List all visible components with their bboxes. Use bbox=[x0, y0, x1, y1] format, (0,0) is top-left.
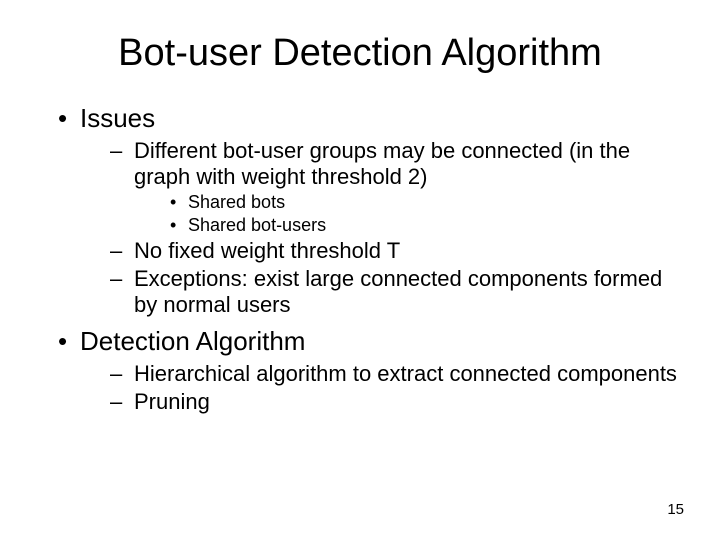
sub-shared-bots: Shared bots bbox=[170, 192, 680, 214]
issues-sublist: Different bot-user groups may be connect… bbox=[80, 138, 680, 318]
sub-pruning: Pruning bbox=[110, 389, 680, 415]
bullet-detection-label: Detection Algorithm bbox=[80, 326, 305, 356]
bullet-issues-label: Issues bbox=[80, 103, 155, 133]
sub-different-groups-text: Different bot-user groups may be connect… bbox=[134, 138, 630, 189]
sub-different-groups: Different bot-user groups may be connect… bbox=[110, 138, 680, 236]
sub-hierarchical: Hierarchical algorithm to extract connec… bbox=[110, 361, 680, 387]
different-groups-sublist: Shared bots Shared bot-users bbox=[134, 192, 680, 236]
slide: Bot-user Detection Algorithm Issues Diff… bbox=[0, 0, 720, 540]
detection-sublist: Hierarchical algorithm to extract connec… bbox=[80, 361, 680, 415]
page-number: 15 bbox=[667, 501, 684, 518]
sub-shared-bot-users: Shared bot-users bbox=[170, 215, 680, 237]
sub-no-fixed-threshold: No fixed weight threshold T bbox=[110, 238, 680, 264]
bullet-issues: Issues Different bot-user groups may be … bbox=[58, 103, 680, 318]
slide-title: Bot-user Detection Algorithm bbox=[40, 32, 680, 75]
bullet-detection: Detection Algorithm Hierarchical algorit… bbox=[58, 326, 680, 415]
sub-exceptions: Exceptions: exist large connected compon… bbox=[110, 266, 680, 318]
bullet-list: Issues Different bot-user groups may be … bbox=[40, 103, 680, 415]
